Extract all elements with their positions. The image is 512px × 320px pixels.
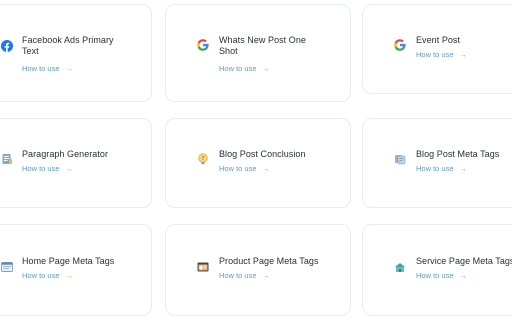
- arrow-right-icon: →: [262, 66, 270, 73]
- document-icon: [1, 153, 13, 165]
- template-card-blog-post-conclusion[interactable]: ? Blog Post Conclusion How to use →: [165, 118, 351, 208]
- google-icon: [197, 39, 209, 51]
- google-icon: [394, 39, 406, 51]
- card-title: Product Page Meta Tags: [219, 256, 319, 266]
- how-to-use-link[interactable]: How to use →: [219, 164, 270, 175]
- arrow-right-icon: →: [459, 166, 467, 173]
- template-card-blog-post-meta-tags[interactable]: Blog Post Meta Tags How to use →: [362, 118, 512, 208]
- how-to-use-link[interactable]: How to use →: [416, 164, 467, 175]
- template-card-service-page-meta-tags[interactable]: Service Page Meta Tags How to use →: [362, 224, 512, 316]
- arrow-right-icon: →: [65, 66, 73, 73]
- service-page-icon: [394, 261, 406, 273]
- card-title-line2: Shot: [219, 46, 238, 56]
- facebook-icon: [1, 40, 13, 52]
- arrow-right-icon: →: [65, 273, 73, 280]
- template-card-facebook-ads-primary-text[interactable]: Facebook Ads Primary Text How to use →: [0, 4, 152, 102]
- template-card-paragraph-generator[interactable]: Paragraph Generator How to use →: [0, 118, 152, 208]
- card-title: Blog Post Meta Tags: [416, 149, 500, 159]
- how-to-use-link[interactable]: How to use →: [22, 64, 73, 75]
- how-to-use-link[interactable]: How to use →: [416, 50, 467, 61]
- card-title: Whats New Post One: [219, 35, 306, 45]
- card-title: Event Post: [416, 35, 461, 45]
- template-card-product-page-meta-tags[interactable]: Product Page Meta Tags How to use →: [165, 224, 351, 316]
- template-card-whats-new-post[interactable]: Whats New Post One Shot How to use →: [165, 4, 351, 102]
- template-card-home-page-meta-tags[interactable]: Home Page Meta Tags How to use →: [0, 224, 152, 316]
- how-to-use-link[interactable]: How to use →: [219, 64, 270, 75]
- webpage-icon: [1, 261, 13, 273]
- tags-icon: [394, 153, 406, 165]
- how-to-use-link[interactable]: How to use →: [219, 271, 270, 282]
- arrow-right-icon: →: [65, 166, 73, 173]
- product-page-icon: [197, 261, 209, 273]
- template-card-event-post[interactable]: Event Post How to use →: [362, 4, 512, 94]
- card-title: Paragraph Generator: [22, 149, 109, 159]
- arrow-right-icon: →: [262, 166, 270, 173]
- card-title: Service Page Meta Tags: [416, 256, 512, 266]
- how-to-use-link[interactable]: How to use →: [416, 271, 467, 282]
- how-to-use-link[interactable]: How to use →: [22, 164, 73, 175]
- how-to-use-link[interactable]: How to use →: [22, 271, 73, 282]
- card-title: Home Page Meta Tags: [22, 256, 115, 266]
- card-title: Blog Post Conclusion: [219, 149, 306, 159]
- template-grid: Facebook Ads Primary Text How to use → Wh…: [0, 0, 512, 320]
- arrow-right-icon: →: [262, 273, 270, 280]
- lightbulb-icon: ?: [197, 153, 209, 165]
- svg-text:?: ?: [202, 156, 205, 162]
- card-title-line2: Text: [22, 46, 39, 56]
- card-title: Facebook Ads Primary: [22, 35, 114, 45]
- arrow-right-icon: →: [459, 273, 467, 280]
- arrow-right-icon: →: [459, 52, 467, 59]
